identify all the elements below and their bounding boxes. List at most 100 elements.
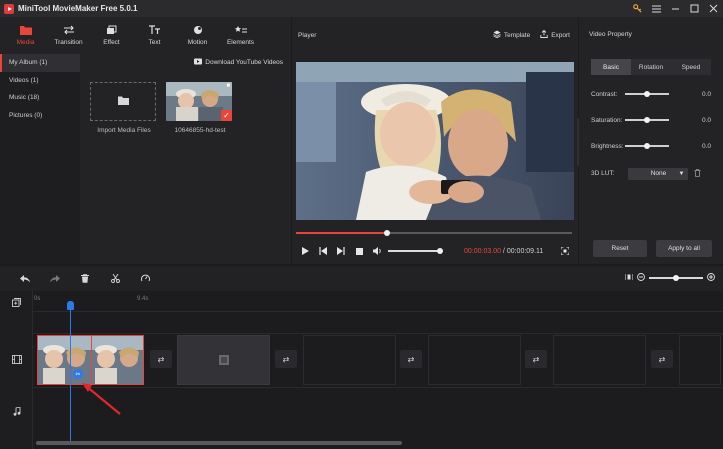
transition-slot[interactable]: ⇄ [525,350,547,368]
delete-button[interactable] [70,266,100,291]
playback-progress-bar[interactable] [296,229,572,236]
zoom-in-icon[interactable] [707,273,715,283]
video-frame-image [296,62,574,220]
play-button[interactable] [296,244,314,258]
track-divider [33,333,723,334]
undo-button[interactable] [10,266,40,291]
timeline: 0s 9.4s ⇄ ⇄ ⇄ ⇄ ⇄ [0,291,723,449]
play-icon [301,247,309,255]
scissors-icon [110,274,120,283]
export-button[interactable]: Export [540,29,570,40]
property-tabs: Basic Rotation Speed [591,59,711,75]
fit-timeline-icon[interactable] [624,273,634,283]
tab-label: Text [148,39,161,46]
transition-arrows-icon: ⇄ [658,354,666,364]
check-icon: ✓ [221,110,232,121]
close-icon[interactable] [704,0,723,17]
apply-to-all-button[interactable]: Apply to all [656,240,712,257]
trash-icon [81,274,89,283]
main-toolbar: Media Transition Effect Text Motion Elem… [0,17,291,54]
tab-effect[interactable]: Effect [90,17,133,54]
speed-button[interactable] [130,266,160,291]
sidebar-item-music[interactable]: Music (18) [0,89,80,107]
video-preview[interactable] [296,62,574,220]
album-sidebar: My Album (1) Videos (1) Music (18) Pictu… [0,54,80,264]
lut-label: 3D LUT: [591,170,615,177]
template-button[interactable]: Template [493,30,530,40]
stop-button[interactable] [350,244,368,258]
brightness-handle[interactable] [644,142,650,149]
timeline-video-clip[interactable] [37,335,144,385]
tab-basic[interactable]: Basic [591,59,631,75]
lut-value: None [650,170,667,177]
fullscreen-button[interactable] [556,244,574,258]
placeholder-image-icon [219,355,229,367]
tab-text[interactable]: Text [133,17,176,54]
add-track-icon[interactable] [0,295,33,309]
maximize-icon[interactable] [685,0,704,17]
ruler-start-label: 0s [34,296,41,302]
empty-clip-slot[interactable] [679,335,721,385]
brightness-row: Brightness: 0.0 [591,141,711,151]
brightness-slider[interactable] [625,142,669,149]
volume-handle[interactable] [437,247,443,254]
tab-rotation[interactable]: Rotation [631,59,671,75]
contrast-slider[interactable] [625,90,669,97]
total-time: 00:00:09.11 [506,247,544,255]
timeline-horizontal-scrollbar[interactable] [36,441,402,445]
empty-clip-slot[interactable] [303,335,396,385]
sidebar-item-videos[interactable]: Videos (1) [0,72,80,90]
track-divider [33,387,723,388]
music-track-icon [0,403,33,419]
media-clip-thumbnail[interactable]: ■ ✓ [166,82,232,121]
zoom-slider[interactable] [649,274,703,281]
sidebar-item-pictures[interactable]: Pictures (0) [0,107,80,125]
playhead-line [70,301,71,443]
volume-slider[interactable] [388,247,443,254]
trash-icon[interactable] [694,168,701,179]
clip-frames-image [38,336,143,384]
menu-icon[interactable] [647,0,666,17]
playhead-handle[interactable] [67,301,74,310]
minimize-icon[interactable] [666,0,685,17]
redo-button[interactable] [40,266,70,291]
player-panel: Player Template Export 00:00:03.00 / 00:… [292,17,578,264]
transition-slot[interactable]: ⇄ [150,350,172,368]
empty-clip-slot[interactable] [428,335,521,385]
player-actions: Template Export [493,29,570,40]
transition-slot[interactable]: ⇄ [400,350,422,368]
next-frame-button[interactable] [332,244,350,258]
saturation-handle[interactable] [644,116,650,123]
tab-motion[interactable]: Motion [176,17,219,54]
timeline-ruler[interactable]: 0s 9.4s [33,291,723,313]
split-button[interactable] [100,266,130,291]
key-icon[interactable] [628,0,647,17]
tab-speed[interactable]: Speed [671,59,711,75]
saturation-slider[interactable] [625,116,669,123]
tab-media[interactable]: Media [4,17,47,54]
download-youtube-button[interactable]: Download YouTube Videos [194,58,283,67]
undo-icon [20,274,30,282]
volume-button[interactable] [368,244,386,258]
empty-clip-slot[interactable] [177,335,270,385]
contrast-handle[interactable] [644,90,650,97]
import-media-button[interactable] [90,82,156,121]
zoom-control [624,273,715,283]
fullscreen-icon [561,247,569,255]
tab-elements[interactable]: Elements [219,17,262,54]
tab-label: Elements [226,39,255,46]
previous-frame-button[interactable] [314,244,332,258]
split-scissors-icon[interactable]: ✂ [73,369,83,379]
transition-arrows-icon: ⇄ [157,354,165,364]
sidebar-item-my-album[interactable]: My Album (1) [0,54,80,72]
transition-slot[interactable]: ⇄ [275,350,297,368]
empty-clip-slot[interactable] [553,335,646,385]
reset-button[interactable]: Reset [593,240,647,257]
zoom-handle[interactable] [673,274,679,281]
tab-transition[interactable]: Transition [47,17,90,54]
lut-select[interactable]: None ▼ [628,167,689,180]
zoom-out-icon[interactable] [637,273,645,283]
progress-handle[interactable] [384,229,391,236]
transition-slot[interactable]: ⇄ [651,350,673,368]
library-panel: Media Transition Effect Text Motion Elem… [0,17,291,264]
